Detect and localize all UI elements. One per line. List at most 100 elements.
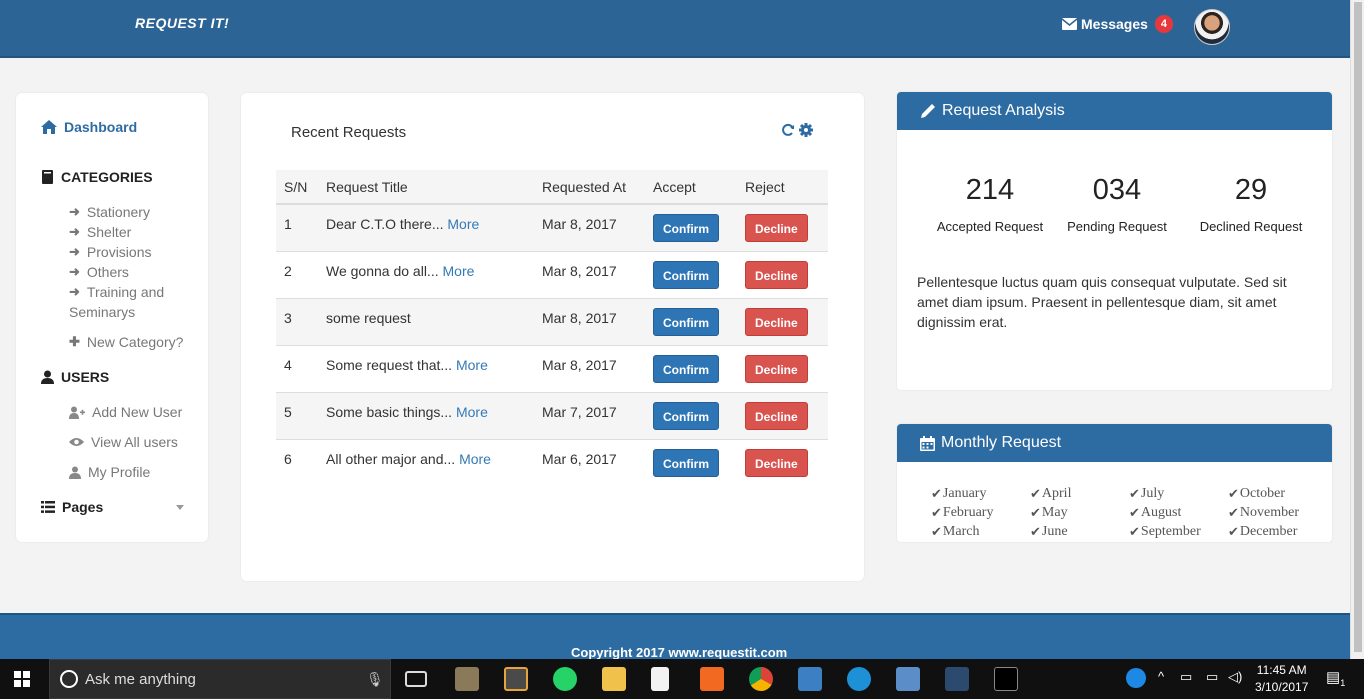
file-explorer-icon[interactable] [602,667,626,691]
document-icon[interactable] [651,667,669,691]
internet-explorer-icon[interactable] [847,667,871,691]
app-icon[interactable] [896,667,920,691]
sidebar-item-new-category[interactable]: ✚ New Category? [69,334,183,350]
mysql-workbench-icon[interactable] [945,667,969,691]
scrollbar-thumb[interactable] [1354,2,1362,652]
chevron-up-icon[interactable]: ^ [1158,669,1164,684]
list-icon [41,501,55,513]
sidebar-item-dashboard[interactable]: Dashboard [41,119,137,135]
sidebar-item-label: New Category? [86,334,184,350]
sidebar-item-provisions[interactable]: ➜ Provisions [69,244,152,260]
sidebar-item-add-user[interactable]: Add New User [69,404,182,420]
month-label: April [1041,486,1072,501]
request-title: Dear C.T.O there... [326,216,444,232]
decline-button[interactable]: Decline [745,401,808,430]
sidebar-item-others[interactable]: ➜ Others [69,264,129,280]
more-link[interactable]: More [456,404,488,420]
card-header: Request Analysis [897,92,1332,130]
sidebar-item-label: My Profile [88,464,151,480]
whatsapp-icon[interactable] [553,667,577,691]
windows-taskbar: Ask me anything 🎙 ^ ▭ ▭ ◁) 11:45 AM 3/10… [0,659,1364,699]
month-item[interactable]: ✔ January [931,486,1030,502]
cell-reject: Decline [737,391,828,439]
month-item[interactable]: ✔ October [1228,486,1327,502]
cell-reject: Decline [737,344,828,392]
user-avatar[interactable] [1194,9,1230,45]
messages-link[interactable]: Messages 4 [1062,15,1173,33]
more-link[interactable]: More [447,216,479,232]
cell-title: Dear C.T.O there... More [318,203,534,251]
windows-start-icon[interactable] [14,671,30,687]
decline-button[interactable]: Decline [745,354,808,383]
month-item[interactable]: ✔ August [1129,505,1228,521]
sidebar-item-pages[interactable]: Pages [41,499,103,515]
sublime-text-icon[interactable] [504,667,528,691]
column-header-reject: Reject [737,170,828,205]
cell-title: some request [318,297,534,345]
gear-icon[interactable] [799,123,813,137]
remote-desktop-icon[interactable] [798,667,822,691]
accepted-stat: 214 Accepted Request [920,174,1060,234]
terminal-icon[interactable] [994,667,1018,691]
month-item[interactable]: ✔ March [931,524,1030,540]
sidebar-item-my-profile[interactable]: My Profile [69,464,150,480]
month-item[interactable]: ✔ November [1228,505,1327,521]
sidebar-item-stationery[interactable]: ➜ Stationery [69,204,150,220]
page-scrollbar[interactable] [1350,0,1364,659]
microphone-icon[interactable]: 🎙 [366,671,384,688]
chrome-icon[interactable] [749,667,773,691]
confirm-button[interactable]: Confirm [653,448,719,477]
month-item[interactable]: ✔ May [1030,505,1129,521]
request-title: some request [326,309,411,326]
confirm-button[interactable]: Confirm [653,214,719,242]
battery-icon[interactable]: ▭ [1206,669,1218,685]
sidebar-item-view-users[interactable]: View All users [69,434,178,450]
confirm-button[interactable]: Confirm [653,260,719,289]
month-item[interactable]: ✔ July [1129,486,1228,502]
sidebar-item-training[interactable]: ➜ Training and [69,284,164,300]
accepted-label: Accepted Request [936,219,1044,234]
monthly-request-card: Monthly Request ✔ January ✔ April ✔ July ✔ O… [897,424,1332,542]
clock-time: 11:45 AM [1256,663,1307,677]
cell-accept: Confirm [645,438,737,486]
chevron-down-icon[interactable] [176,505,184,510]
cell-accept: Confirm [645,391,737,439]
decline-button[interactable]: Decline [745,214,808,242]
refresh-icon[interactable] [781,123,795,137]
system-clock[interactable]: 11:45 AM 3/10/2017 [1255,662,1308,696]
more-link[interactable]: More [459,451,491,467]
sidebar-item-shelter[interactable]: ➜ Shelter [69,224,131,240]
cell-sn: 1 [276,203,318,251]
eye-icon [69,438,84,446]
notification-center-icon[interactable]: ▤1 [1326,668,1345,688]
task-view-icon[interactable] [405,671,427,687]
more-link[interactable]: More [443,263,475,279]
confirm-button[interactable]: Confirm [653,307,719,336]
check-icon: ✔ [1129,524,1140,540]
check-icon: ✔ [1030,486,1041,502]
decline-button[interactable]: Decline [745,260,808,289]
confirm-button[interactable]: Confirm [653,401,719,430]
more-link[interactable]: More [456,357,488,373]
volume-icon[interactable]: ◁) [1228,669,1242,685]
month-item[interactable]: ✔ February [931,505,1030,521]
xampp-icon[interactable] [700,667,724,691]
decline-button[interactable]: Decline [745,448,808,477]
cortana-search-box[interactable]: Ask me anything 🎙 [49,659,391,699]
tray-app-icon[interactable] [1126,668,1146,688]
table-row: 6 All other major and... More Mar 6, 201… [276,438,828,486]
messages-label: Messages [1081,16,1148,32]
cell-date: Mar 8, 2017 [534,250,645,298]
cell-reject: Decline [737,203,828,251]
confirm-button[interactable]: Confirm [653,354,719,383]
month-item[interactable]: ✔ September [1129,524,1228,540]
month-item[interactable]: ✔ December [1228,524,1327,540]
card-title: Request Analysis [942,102,1065,119]
decline-button[interactable]: Decline [745,307,808,336]
month-item[interactable]: ✔ April [1030,486,1129,502]
network-icon[interactable]: ▭ [1180,669,1192,685]
photos-app-icon[interactable] [455,667,479,691]
sidebar-item-training-cont[interactable]: Seminarys [69,304,135,320]
brand-logo[interactable]: REQUEST IT! [135,15,229,31]
month-item[interactable]: ✔ June [1030,524,1129,540]
